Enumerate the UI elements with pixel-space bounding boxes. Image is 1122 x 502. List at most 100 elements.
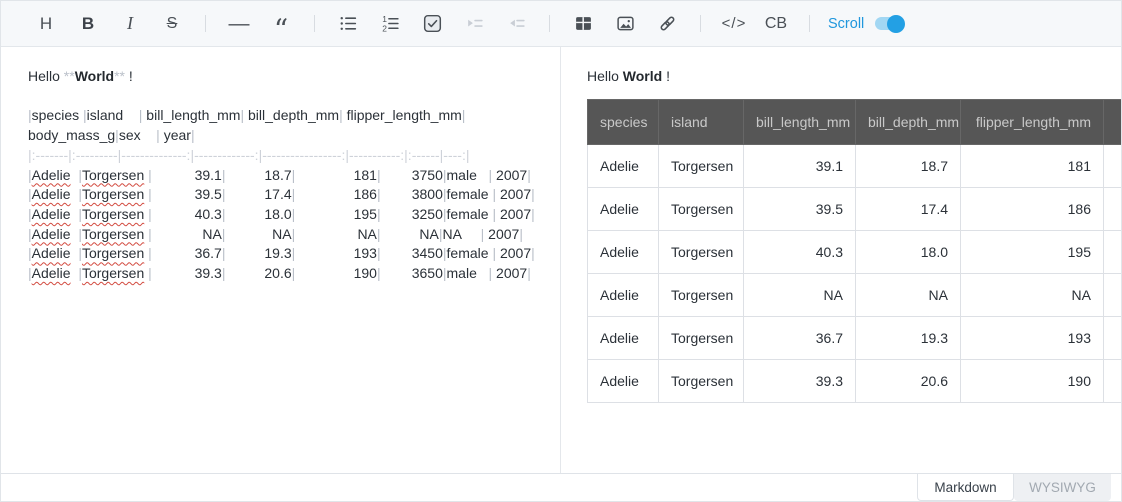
text-segment: 17.4 xyxy=(225,186,291,202)
headings-icon: H xyxy=(40,14,52,34)
text-segment: 39.1 xyxy=(152,167,222,183)
text-segment: year xyxy=(160,127,191,143)
italic-button[interactable]: I xyxy=(115,9,145,39)
editor-content: Hello **World** !|species |island | bill… xyxy=(1,47,1121,473)
image-icon xyxy=(616,14,635,33)
markdown-line: |:-------|:---------|--------------:|---… xyxy=(28,146,546,166)
text-segment: 2007 xyxy=(496,206,531,222)
text-segment: bill_depth_mm xyxy=(244,107,339,123)
text-segment: 19.3 xyxy=(225,245,291,261)
text-segment: 3800 xyxy=(381,186,443,202)
tab-wysiwyg[interactable]: WYSIWYG xyxy=(1014,474,1111,501)
image-button[interactable] xyxy=(610,9,640,39)
horizontal-rule-button[interactable]: — xyxy=(224,9,254,39)
footer-tab-bar: MarkdownWYSIWYG xyxy=(1,473,1121,501)
table-cell: 18.7 xyxy=(856,144,961,187)
misspelled-word: Torgersen xyxy=(82,245,144,261)
text-segment: 190 xyxy=(295,265,377,281)
table-button[interactable] xyxy=(568,9,598,39)
misspelled-word: Adelie xyxy=(32,167,71,183)
ordered-list-icon: 12 xyxy=(381,14,400,33)
table-row: AdelieTorgersen39.118.71813750 xyxy=(588,144,1122,187)
table-cell: 3750 xyxy=(1104,144,1122,187)
markdown-marker: | xyxy=(531,186,535,202)
table-cell: 40.3 xyxy=(744,230,856,273)
table-cell: Torgersen xyxy=(659,187,744,230)
text-segment: 3750 xyxy=(381,167,443,183)
table-cell: Torgersen xyxy=(659,273,744,316)
code-block-icon: CB xyxy=(765,15,787,33)
table-icon xyxy=(574,14,593,33)
markdown-line: |Adelie |Torgersen | 39.1| 18.7| 181| 37… xyxy=(28,166,546,186)
text-segment: 3650 xyxy=(381,265,443,281)
table-cell: 36.7 xyxy=(744,316,856,359)
inline-code-button[interactable]: </> xyxy=(719,9,749,39)
table-row: AdelieTorgersen39.517.41863800 xyxy=(588,187,1122,230)
markdown-marker: ** xyxy=(64,68,75,84)
text-segment: 18.7 xyxy=(225,167,291,183)
bold-icon: B xyxy=(82,14,94,34)
table-cell: 186 xyxy=(961,187,1104,230)
table-cell: NA xyxy=(744,273,856,316)
text-segment: male xyxy=(447,265,489,281)
table-cell: Adelie xyxy=(588,316,659,359)
misspelled-word: Adelie xyxy=(32,245,71,261)
text-segment: 2007 xyxy=(496,186,531,202)
table-cell: NA xyxy=(1104,273,1122,316)
table-cell: Adelie xyxy=(588,359,659,402)
text-segment: female xyxy=(447,206,493,222)
text-segment: Hello xyxy=(28,68,64,84)
markdown-source-pane[interactable]: Hello **World** !|species |island | bill… xyxy=(1,47,561,473)
misspelled-word: Adelie xyxy=(32,206,71,222)
table-cell: 190 xyxy=(961,359,1104,402)
strikethrough-button[interactable]: S xyxy=(157,9,187,39)
scroll-toggle[interactable] xyxy=(875,17,903,30)
text-segment: World xyxy=(75,68,114,84)
indent-button xyxy=(459,9,489,39)
toolbar-divider xyxy=(809,15,810,32)
markdown-marker: | xyxy=(191,127,195,143)
markdown-editor-app: HBIS—“12</>CBScroll Hello **World** !|sp… xyxy=(0,0,1122,502)
table-cell: Torgersen xyxy=(659,359,744,402)
column-header: bill_depth_mm xyxy=(856,99,961,144)
bold-button[interactable]: B xyxy=(73,9,103,39)
text-segment: 39.5 xyxy=(152,186,222,202)
link-button[interactable] xyxy=(652,9,682,39)
markdown-marker: | xyxy=(527,167,531,183)
text-segment: bill_length_mm xyxy=(142,107,240,123)
code-block-button[interactable]: CB xyxy=(761,9,791,39)
markdown-line: body_mass_g|sex | year| xyxy=(28,126,546,146)
quote-button[interactable]: “ xyxy=(266,9,296,39)
text-segment: 40.3 xyxy=(152,206,222,222)
table-cell: 20.6 xyxy=(856,359,961,402)
markdown-line: |Adelie |Torgersen | 40.3| 18.0| 195| 32… xyxy=(28,205,546,225)
text-segment: NA xyxy=(443,226,481,242)
markdown-line: |species |island | bill_length_mm| bill_… xyxy=(28,106,546,126)
table-cell: Adelie xyxy=(588,144,659,187)
markdown-marker: | xyxy=(531,206,535,222)
column-header: body_mass_g xyxy=(1104,99,1122,144)
misspelled-word: Torgersen xyxy=(82,206,144,222)
unordered-list-button[interactable] xyxy=(333,9,363,39)
text-segment: 36.7 xyxy=(152,245,222,261)
text-segment: 2007 xyxy=(496,245,531,261)
markdown-marker: | xyxy=(519,226,523,242)
text-segment: 3250 xyxy=(381,206,443,222)
tab-markdown[interactable]: Markdown xyxy=(917,474,1014,501)
check-list-icon xyxy=(423,14,442,33)
table-cell: 3450 xyxy=(1104,316,1122,359)
headings-button[interactable]: H xyxy=(31,9,61,39)
markdown-line: |Adelie |Torgersen | 39.5| 17.4| 186| 38… xyxy=(28,185,546,205)
markdown-marker: | xyxy=(462,107,466,123)
column-header: species xyxy=(588,99,659,144)
text-segment: 181 xyxy=(295,167,377,183)
text-segment: World xyxy=(623,68,662,84)
text-segment: NA xyxy=(295,226,377,242)
horizontal-rule-icon: — xyxy=(229,12,250,36)
text-segment: female xyxy=(447,186,493,202)
table-cell: Adelie xyxy=(588,273,659,316)
ordered-list-button[interactable]: 12 xyxy=(375,9,405,39)
check-list-button[interactable] xyxy=(417,9,447,39)
text-segment: sex xyxy=(119,127,156,143)
table-header-row: speciesislandbill_length_mmbill_depth_mm… xyxy=(588,99,1122,144)
